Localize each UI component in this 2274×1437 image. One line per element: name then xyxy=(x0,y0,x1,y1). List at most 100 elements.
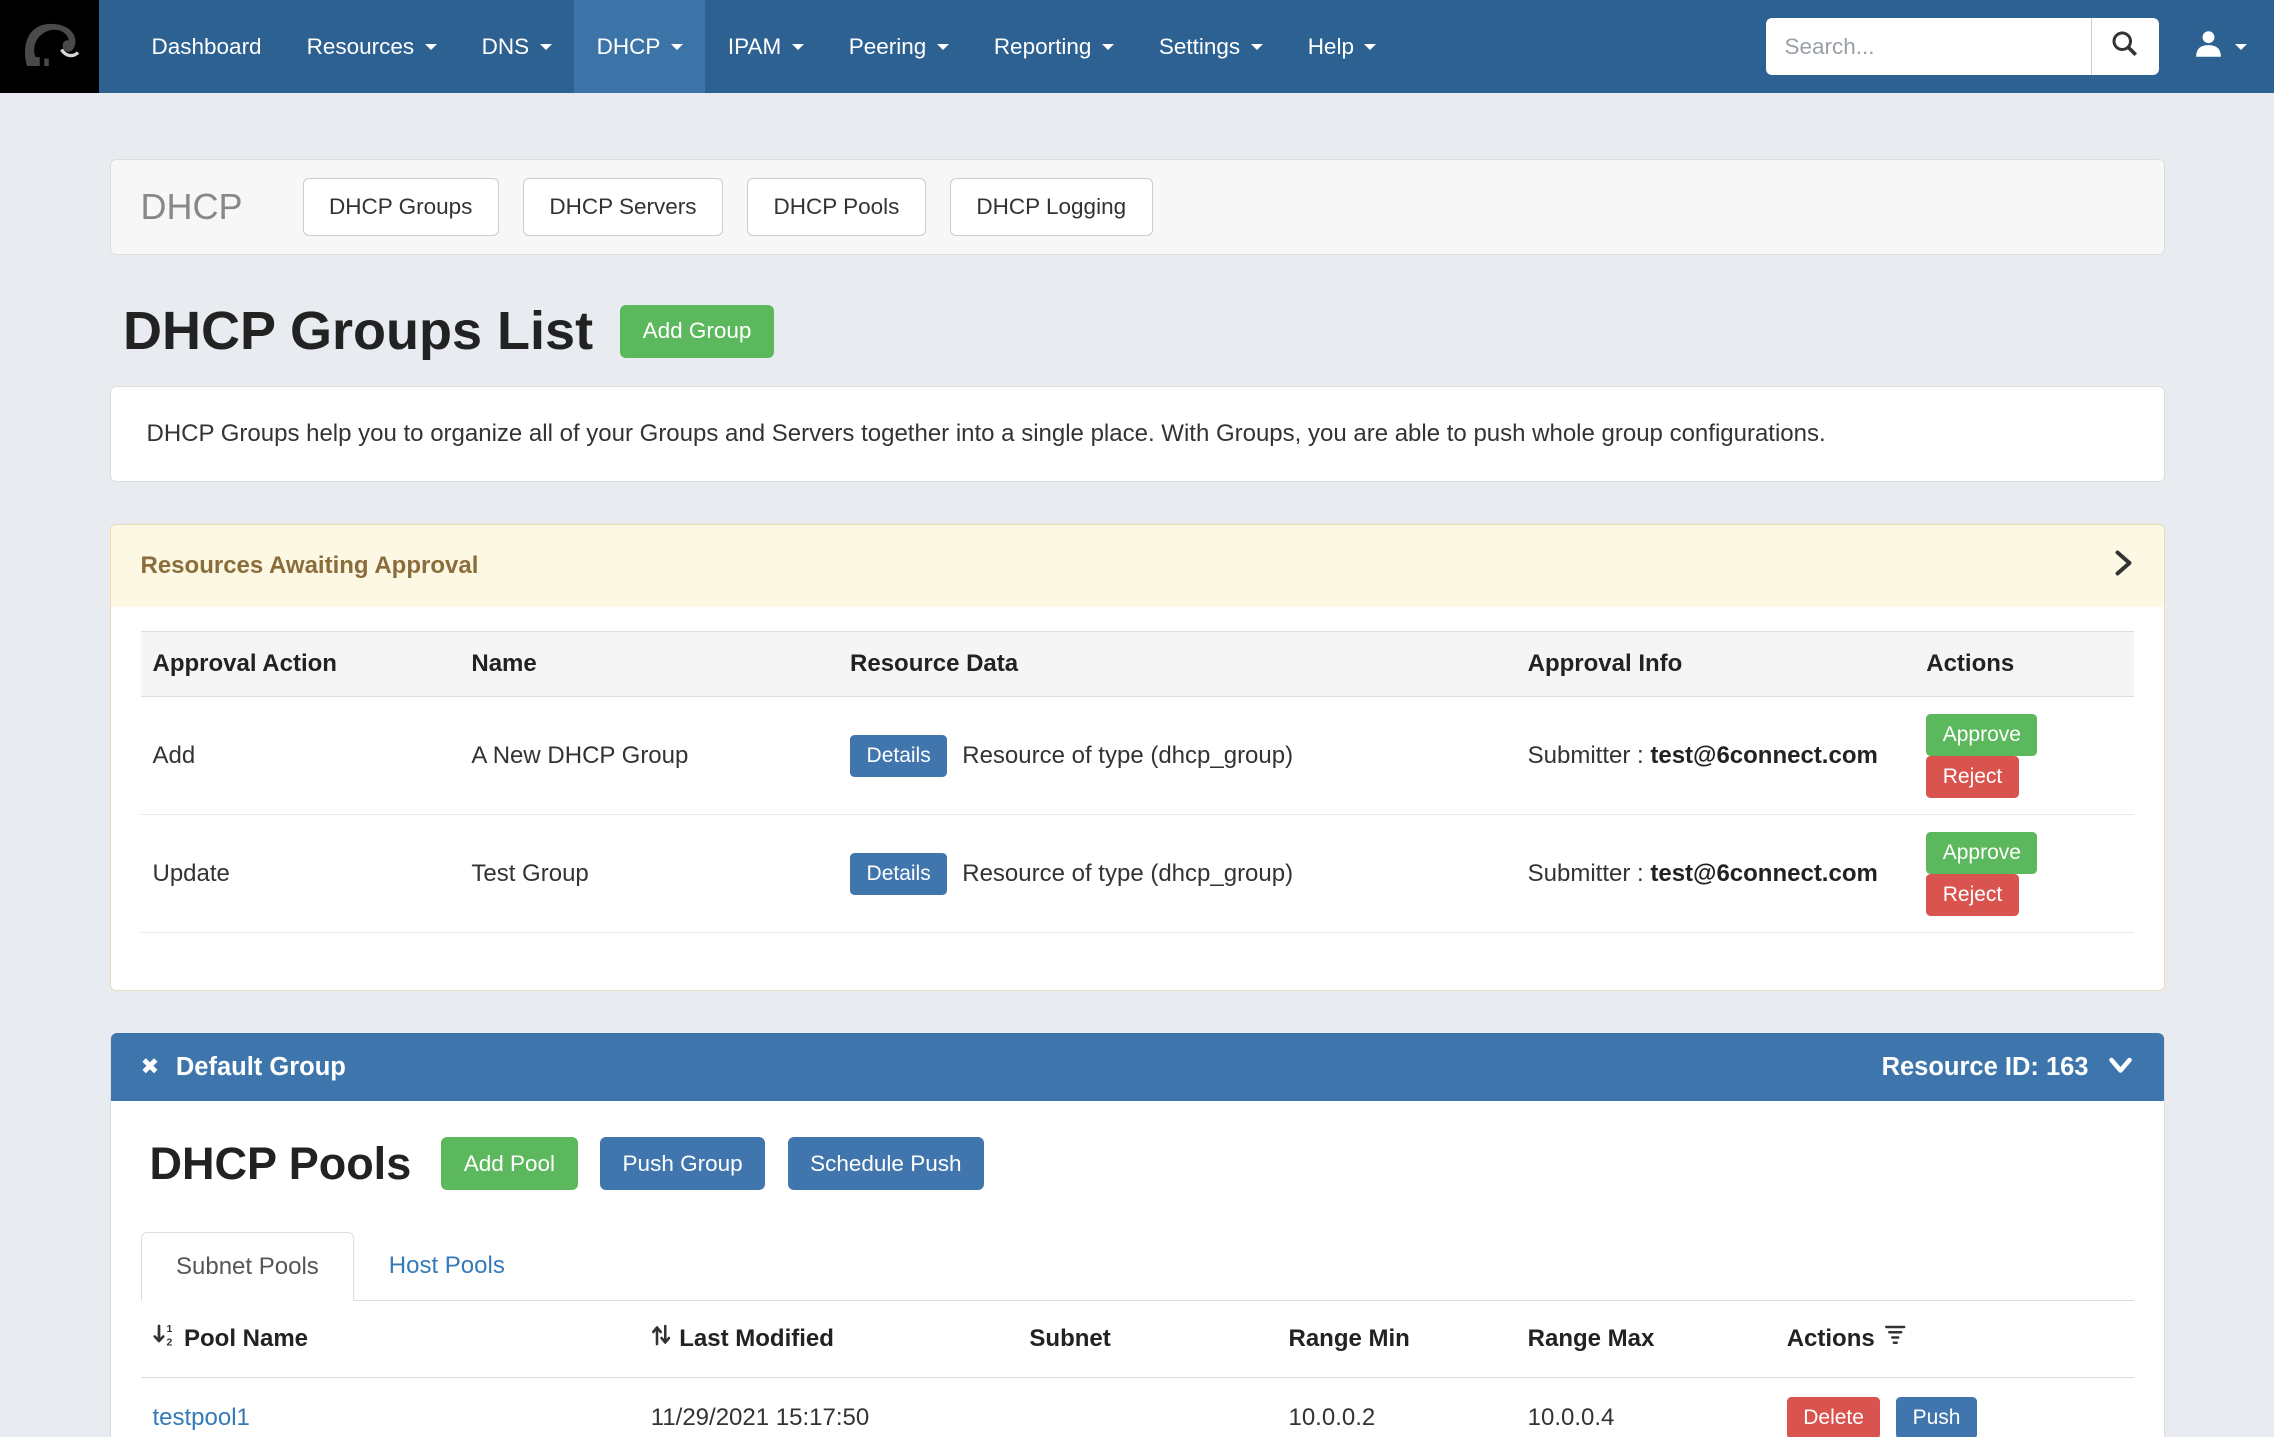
chevron-down-icon xyxy=(792,44,804,50)
dhcp-groups-button[interactable]: DHCP Groups xyxy=(303,178,499,236)
resource-type-text: Resource of type (dhcp_group) xyxy=(962,860,1293,888)
approval-row: Update Test Group Details Resource of ty… xyxy=(141,815,2134,933)
dhcp-pools-button[interactable]: DHCP Pools xyxy=(747,178,926,236)
subnav-title: DHCP xyxy=(141,186,243,228)
last-modified-value: 11/29/2021 15:17:50 xyxy=(639,1377,1018,1437)
chevron-down-icon xyxy=(937,44,949,50)
group-panel-body: DHCP Pools Add Pool Push Group Schedule … xyxy=(111,1101,2164,1437)
col-subnet: Subnet xyxy=(1017,1301,1276,1378)
main-nav: Dashboard Resources DNS DHCP IPAM Peerin… xyxy=(129,0,1399,93)
user-icon xyxy=(2192,27,2225,67)
default-group-panel: ✖ Default Group Resource ID: 163 DHCP Po… xyxy=(110,1033,2165,1437)
approval-panel: Resources Awaiting Approval Approval Act… xyxy=(110,524,2165,991)
col-resource-data: Resource Data xyxy=(838,632,1516,697)
sort-numeric-icon[interactable]: 12 xyxy=(153,1323,176,1354)
chevron-right-icon[interactable] xyxy=(2113,548,2134,585)
col-range-min: Range Min xyxy=(1276,1301,1515,1378)
nav-item-reporting[interactable]: Reporting xyxy=(971,0,1136,93)
details-button[interactable]: Details xyxy=(850,853,947,895)
subnet-value xyxy=(1017,1377,1276,1437)
app-root: Dashboard Resources DNS DHCP IPAM Peerin… xyxy=(0,0,2274,1437)
page-title: DHCP Groups List xyxy=(123,300,593,362)
details-button[interactable]: Details xyxy=(850,735,947,777)
submitter-prefix: Submitter : xyxy=(1528,742,1651,769)
submitter-email: test@6connect.com xyxy=(1650,742,1877,769)
add-pool-button[interactable]: Add Pool xyxy=(441,1137,577,1190)
nav-item-dhcp[interactable]: DHCP xyxy=(574,0,705,93)
brand-logo[interactable] xyxy=(0,0,99,93)
push-button[interactable]: Push xyxy=(1896,1397,1977,1437)
sort-icon[interactable] xyxy=(651,1323,671,1354)
dhcp-servers-button[interactable]: DHCP Servers xyxy=(523,178,723,236)
col-approval-action: Approval Action xyxy=(141,632,460,697)
filter-icon[interactable] xyxy=(1884,1324,1907,1354)
reject-button[interactable]: Reject xyxy=(1926,756,2019,798)
pools-table-header-row: 12 Pool Name Last Modified xyxy=(141,1301,2134,1378)
nav-item-resources[interactable]: Resources xyxy=(284,0,459,93)
col-last-modified: Last Modified xyxy=(679,1325,834,1353)
range-min-value: 10.0.0.2 xyxy=(1276,1377,1515,1437)
user-menu[interactable] xyxy=(2192,27,2248,67)
approval-row: Add A New DHCP Group Details Resource of… xyxy=(141,697,2134,815)
search-input[interactable] xyxy=(1766,18,2091,75)
approval-panel-header[interactable]: Resources Awaiting Approval xyxy=(111,525,2164,607)
nav-item-settings[interactable]: Settings xyxy=(1136,0,1285,93)
description-card: DHCP Groups help you to organize all of … xyxy=(110,386,2165,482)
submitter-prefix: Submitter : xyxy=(1528,860,1651,887)
approval-table-header-row: Approval Action Name Resource Data Appro… xyxy=(141,632,2134,697)
submitter-email: test@6connect.com xyxy=(1650,860,1877,887)
approval-panel-title: Resources Awaiting Approval xyxy=(141,552,479,580)
chevron-down-icon xyxy=(425,44,437,50)
chevron-down-icon xyxy=(2107,1053,2134,1082)
chevron-down-icon xyxy=(2235,44,2247,50)
approve-button[interactable]: Approve xyxy=(1926,714,2037,756)
pools-table: 12 Pool Name Last Modified xyxy=(141,1301,2134,1437)
resource-id-label: Resource ID: 163 xyxy=(1882,1053,2089,1082)
pool-tabs: Subnet Pools Host Pools xyxy=(141,1232,2134,1301)
chevron-down-icon xyxy=(1251,44,1263,50)
search-button[interactable] xyxy=(2091,18,2159,75)
title-row: DHCP Groups List Add Group xyxy=(110,300,2165,362)
chevron-down-icon xyxy=(1102,44,1114,50)
delete-button[interactable]: Delete xyxy=(1787,1397,1881,1437)
navbar-right xyxy=(1766,0,2274,93)
dhcp-subnav: DHCP DHCP Groups DHCP Servers DHCP Pools… xyxy=(110,159,2165,255)
col-approval-info: Approval Info xyxy=(1516,632,1915,697)
resource-type-text: Resource of type (dhcp_group) xyxy=(962,742,1293,770)
svg-text:1: 1 xyxy=(166,1323,172,1335)
tab-subnet-pools[interactable]: Subnet Pools xyxy=(141,1232,355,1301)
col-actions: Actions xyxy=(1914,632,2133,697)
search-group xyxy=(1766,18,2159,75)
nav-item-dns[interactable]: DNS xyxy=(459,0,574,93)
pools-title: DHCP Pools xyxy=(150,1138,412,1190)
tab-host-pools[interactable]: Host Pools xyxy=(354,1233,539,1300)
close-icon[interactable]: ✖ xyxy=(141,1054,160,1080)
add-group-button[interactable]: Add Group xyxy=(620,305,774,358)
search-icon xyxy=(2111,30,2138,64)
reject-button[interactable]: Reject xyxy=(1926,874,2019,916)
push-group-button[interactable]: Push Group xyxy=(600,1137,765,1190)
col-pool-name: Pool Name xyxy=(184,1325,308,1353)
dhcp-logging-button[interactable]: DHCP Logging xyxy=(950,178,1153,236)
chevron-down-icon xyxy=(540,44,552,50)
resource-id-toggle[interactable]: Resource ID: 163 xyxy=(1882,1053,2134,1082)
svg-text:2: 2 xyxy=(166,1337,172,1348)
mammoth-logo-icon xyxy=(15,12,84,82)
approve-button[interactable]: Approve xyxy=(1926,832,2037,874)
col-name: Name xyxy=(459,632,838,697)
pool-row: testpool1 11/29/2021 15:17:50 10.0.0.2 1… xyxy=(141,1377,2134,1437)
approval-name-value: Test Group xyxy=(459,815,838,933)
approval-panel-body: Approval Action Name Resource Data Appro… xyxy=(111,607,2164,990)
schedule-push-button[interactable]: Schedule Push xyxy=(788,1137,984,1190)
nav-item-dashboard[interactable]: Dashboard xyxy=(129,0,284,93)
pool-name-link[interactable]: testpool1 xyxy=(153,1404,250,1431)
group-panel-header: ✖ Default Group Resource ID: 163 xyxy=(111,1033,2164,1101)
approval-name-value: A New DHCP Group xyxy=(459,697,838,815)
description-text: DHCP Groups help you to organize all of … xyxy=(147,420,1826,447)
nav-item-help[interactable]: Help xyxy=(1285,0,1399,93)
approval-action-value: Update xyxy=(141,815,460,933)
col-range-max: Range Max xyxy=(1516,1301,1775,1378)
top-navbar: Dashboard Resources DNS DHCP IPAM Peerin… xyxy=(0,0,2274,93)
nav-item-peering[interactable]: Peering xyxy=(826,0,971,93)
nav-item-ipam[interactable]: IPAM xyxy=(705,0,826,93)
